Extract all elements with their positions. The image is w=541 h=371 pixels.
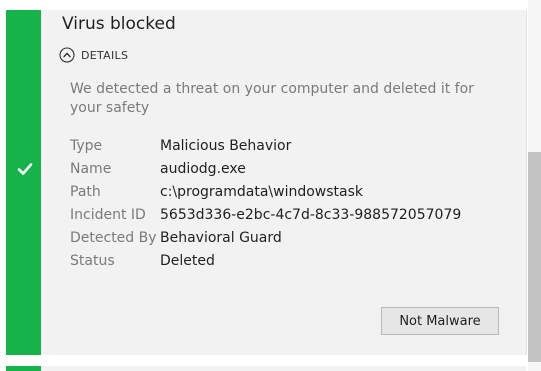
detail-value: c:\programdata\windowstask bbox=[160, 183, 364, 200]
detail-key: Incident ID bbox=[70, 206, 146, 223]
details-toggle[interactable]: DETAILS bbox=[59, 44, 128, 66]
virus-blocked-card: Virus blocked DETAILS We detected a thre… bbox=[6, 10, 527, 355]
detail-row-incident-id: Incident ID 5653d336-e2bc-4c7d-8c33-9885… bbox=[70, 203, 461, 226]
detail-key: Path bbox=[70, 183, 101, 200]
threat-message: We detected a threat on your computer an… bbox=[70, 81, 474, 116]
detail-value: Malicious Behavior bbox=[160, 137, 292, 154]
detail-key: Name bbox=[70, 160, 112, 177]
detail-row-status: Status Deleted bbox=[70, 249, 461, 272]
notification-title: Virus blocked bbox=[62, 14, 176, 34]
chevron-up-circle-icon[interactable] bbox=[59, 47, 75, 63]
status-bar bbox=[6, 10, 41, 355]
scrollbar-thumb[interactable] bbox=[528, 152, 541, 362]
threat-details-table: Type Malicious Behavior Name audiodg.exe… bbox=[70, 134, 461, 272]
detail-key: Detected By bbox=[70, 229, 157, 246]
not-malware-button[interactable]: Not Malware bbox=[381, 307, 499, 335]
detail-key: Status bbox=[70, 252, 115, 269]
detail-value: Behavioral Guard bbox=[160, 229, 282, 246]
detail-value: audiodg.exe bbox=[160, 160, 246, 177]
detail-row-type: Type Malicious Behavior bbox=[70, 134, 461, 157]
detail-row-detected-by: Detected By Behavioral Guard bbox=[70, 226, 461, 249]
detail-value: 5653d336-e2bc-4c7d-8c33-988572057079 bbox=[160, 206, 462, 223]
details-label[interactable]: DETAILS bbox=[81, 49, 128, 62]
detail-row-name: Name audiodg.exe bbox=[70, 157, 461, 180]
page: Virus blocked DETAILS We detected a thre… bbox=[0, 0, 541, 371]
next-status-bar bbox=[6, 366, 41, 371]
checkmark-icon bbox=[17, 163, 33, 175]
detail-value: Deleted bbox=[160, 252, 215, 269]
detail-row-path: Path c:\programdata\windowstask bbox=[70, 180, 461, 203]
next-notification-card bbox=[6, 366, 526, 371]
detail-key: Type bbox=[70, 137, 103, 154]
